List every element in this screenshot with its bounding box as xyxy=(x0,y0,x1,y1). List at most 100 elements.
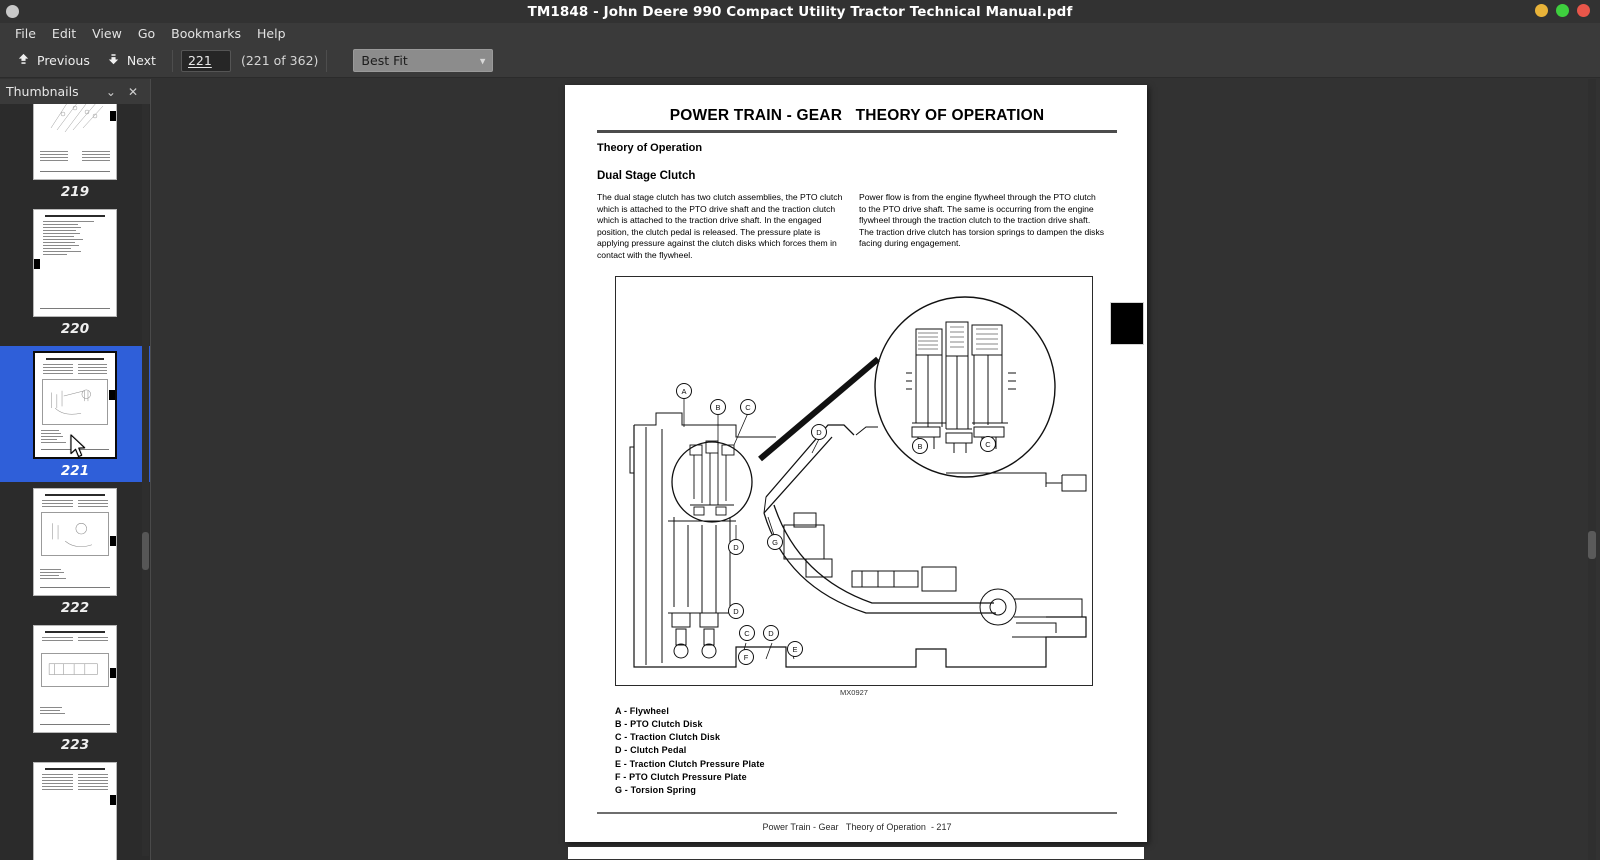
menu-bar: File Edit View Go Bookmarks Help xyxy=(0,23,1600,44)
thumbnail-220[interactable]: 220 xyxy=(0,205,150,342)
legend-item-a: A - Flywheel xyxy=(615,705,669,716)
thumbnail-selection-highlight: 221 xyxy=(0,346,150,482)
next-page-button[interactable]: Next xyxy=(98,49,164,73)
zoom-level-select[interactable]: Best Fit ▾ xyxy=(353,49,494,72)
sidebar-scrollbar-thumb[interactable] xyxy=(142,532,149,570)
sidebar-title: Thumbnails xyxy=(6,84,79,99)
pdf-viewer[interactable]: POWER TRAIN - GEAR THEORY OF OPERATION T… xyxy=(150,79,1600,860)
thumbnail-page-number: 220 xyxy=(60,321,90,337)
close-icon[interactable]: ✕ xyxy=(122,85,144,99)
thumbnail-page-image xyxy=(33,625,117,733)
text-columns: Dual Stage Clutch The dual stage clutch … xyxy=(597,170,1117,262)
legend-item-c: C - Traction Clutch Disk xyxy=(615,732,721,743)
thumbnail-page-number: 222 xyxy=(60,600,90,616)
svg-text:E: E xyxy=(792,645,797,654)
thumbnails-sidebar: Thumbnails ⌄ ✕ 219 220 221 222 223 xyxy=(0,79,150,860)
pdf-page: POWER TRAIN - GEAR THEORY OF OPERATION T… xyxy=(565,85,1147,842)
legend-item-b: B - PTO Clutch Disk xyxy=(615,718,703,729)
thumbnail-page-image xyxy=(33,488,117,596)
menu-file[interactable]: File xyxy=(7,24,44,43)
close-button[interactable] xyxy=(1577,4,1590,17)
menu-bookmarks[interactable]: Bookmarks xyxy=(163,24,249,43)
clutch-diagram-svg: A B C D G D D C D F E B C xyxy=(629,295,1087,668)
panel-divider[interactable] xyxy=(150,79,151,860)
figure-id-label: MX0927 xyxy=(840,687,868,697)
clutch-diagram-figure: A B C D G D D C D F E B C xyxy=(615,275,1093,686)
chevron-down-icon[interactable]: ⌄ xyxy=(100,85,122,99)
toolbar-separator-2 xyxy=(326,49,328,72)
page-footer: Power Train - Gear Theory of Operation -… xyxy=(762,821,952,832)
viewer-scrollbar-thumb[interactable] xyxy=(1588,531,1596,559)
thumbnail-page-image xyxy=(33,104,117,180)
figure-legend: A - Flywheel B - PTO Clutch Disk C - Tra… xyxy=(615,705,1117,798)
svg-text:B: B xyxy=(715,403,720,412)
arrow-up-icon xyxy=(16,52,31,70)
menu-help[interactable]: Help xyxy=(249,24,294,43)
svg-text:G: G xyxy=(772,538,778,547)
thumbnail-marker xyxy=(34,258,40,269)
thumbnail-224[interactable]: 224 xyxy=(0,758,150,860)
minimize-button[interactable] xyxy=(1535,4,1548,17)
thumbnail-221[interactable]: 221 xyxy=(0,342,150,484)
legend-item-g: G - Torsion Spring xyxy=(615,785,697,796)
thumbnail-marker xyxy=(110,794,116,805)
thumbnail-222[interactable]: 222 xyxy=(0,484,150,621)
thumbnail-page-number: 219 xyxy=(60,184,90,200)
thumbnail-page-number: 223 xyxy=(60,737,90,753)
footer-rule xyxy=(597,811,1117,814)
toolbar-separator-1 xyxy=(171,49,173,72)
right-column: Power flow is from the engine flywheel t… xyxy=(859,170,1105,262)
viewer-scrollbar-track[interactable] xyxy=(1588,79,1596,860)
previous-page-label: Previous xyxy=(37,53,90,68)
thumbnail-marker xyxy=(110,668,116,679)
svg-text:C: C xyxy=(745,403,751,412)
thumbnail-marker xyxy=(109,390,115,401)
thumbnail-219[interactable]: 219 xyxy=(0,104,150,205)
legend-item-e: E - Traction Clutch Pressure Plate xyxy=(615,758,765,769)
chevron-down-icon: ▾ xyxy=(479,54,486,67)
svg-text:F: F xyxy=(744,653,749,662)
thumbnail-list[interactable]: 219 220 221 222 223 xyxy=(0,104,150,860)
page-number-input[interactable] xyxy=(180,49,231,72)
svg-text:C: C xyxy=(744,629,750,638)
menu-edit[interactable]: Edit xyxy=(44,24,84,43)
svg-text:D: D xyxy=(733,607,739,616)
page-count-label: (221 of 362) xyxy=(240,53,319,68)
title-bar: TM1848 - John Deere 990 Compact Utility … xyxy=(0,0,1600,23)
thumbnail-marker xyxy=(110,111,116,122)
thumbnail-page-image xyxy=(33,762,117,860)
thumbnail-223[interactable]: 223 xyxy=(0,621,150,758)
section-title: Theory of Operation xyxy=(597,142,703,154)
left-column-body: The dual stage clutch has two clutch ass… xyxy=(597,192,843,260)
sidebar-scrollbar-track[interactable] xyxy=(142,104,149,856)
next-page-edge xyxy=(568,847,1144,859)
thumbnail-page-image xyxy=(33,209,117,317)
right-column-spacer xyxy=(859,170,1105,192)
pdf-page-content: POWER TRAIN - GEAR THEORY OF OPERATION T… xyxy=(565,85,1147,842)
svg-text:D: D xyxy=(816,428,822,437)
maximize-button[interactable] xyxy=(1556,4,1569,17)
toolbar: Previous Next (221 of 362) Best Fit ▾ xyxy=(0,44,1600,78)
svg-text:B: B xyxy=(917,442,922,451)
arrow-down-icon xyxy=(106,52,121,70)
header-rule xyxy=(597,130,1117,133)
left-column: Dual Stage Clutch The dual stage clutch … xyxy=(597,170,843,262)
legend-item-d: D - Clutch Pedal xyxy=(615,745,687,756)
previous-page-button[interactable]: Previous xyxy=(8,49,98,73)
thumbnail-page-number: 221 xyxy=(60,463,90,479)
legend-item-f: F - PTO Clutch Pressure Plate xyxy=(615,772,747,783)
left-column-heading: Dual Stage Clutch xyxy=(597,170,696,182)
svg-text:C: C xyxy=(985,440,991,449)
thumbnail-marker xyxy=(110,535,116,546)
menu-view[interactable]: View xyxy=(84,24,130,43)
page-title: POWER TRAIN - GEAR THEORY OF OPERATION xyxy=(669,107,1045,124)
zoom-level-value: Best Fit xyxy=(361,53,408,68)
next-page-label: Next xyxy=(126,53,156,68)
window-title: TM1848 - John Deere 990 Compact Utility … xyxy=(527,3,1073,20)
page-annotation-block xyxy=(1110,302,1144,345)
right-column-body: Power flow is from the engine flywheel t… xyxy=(859,192,1105,249)
svg-text:D: D xyxy=(768,629,774,638)
menu-go[interactable]: Go xyxy=(130,24,163,43)
window-controls xyxy=(1535,4,1590,17)
sidebar-header: Thumbnails ⌄ ✕ xyxy=(0,79,150,104)
